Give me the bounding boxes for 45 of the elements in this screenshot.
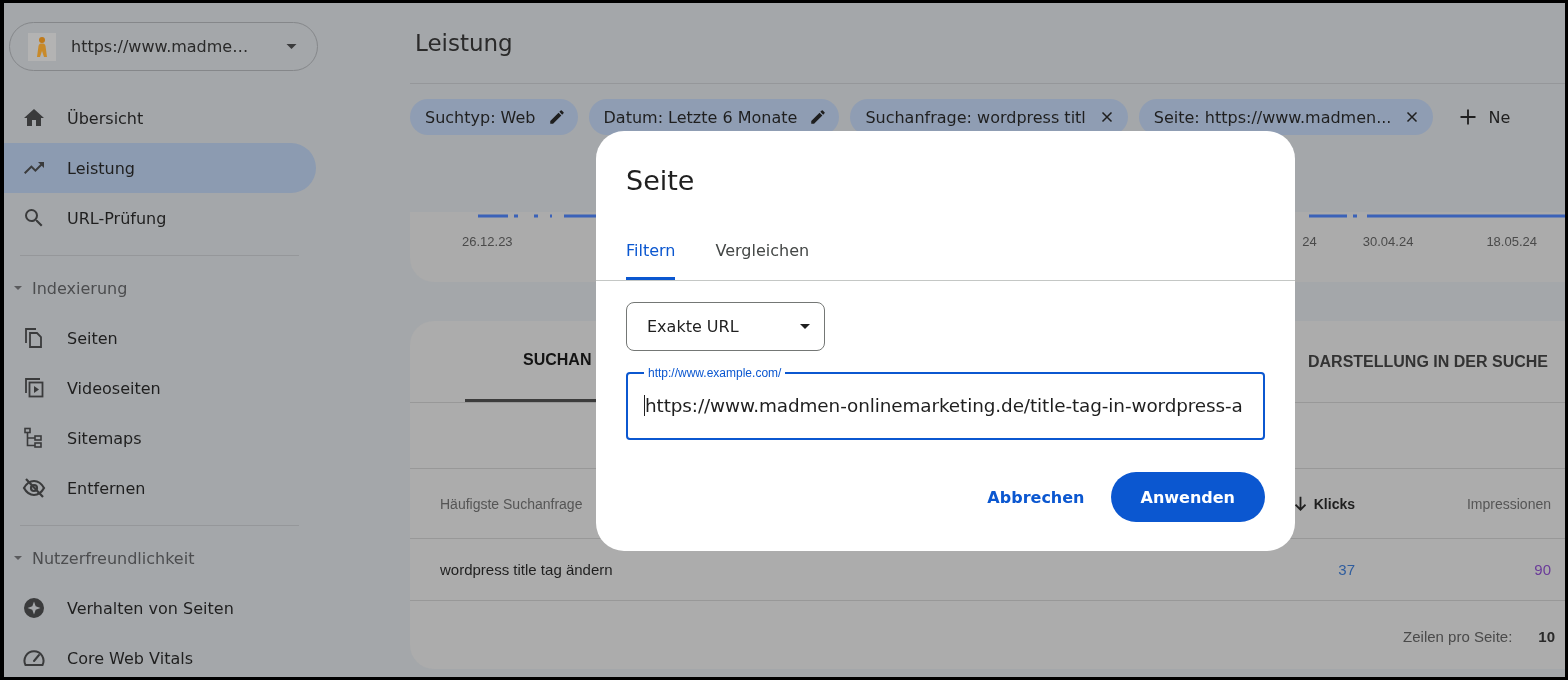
sidebar-item[interactable]: Sitemaps [4,413,316,463]
sidebar-item[interactable]: Seiten [4,313,316,363]
axis-label: 18.05.24 [1486,234,1537,249]
table-tab[interactable]: DARSTELLUNG IN DER SUCHE [1308,321,1565,402]
sidebar-item[interactable]: Leistung [4,143,316,193]
axis-label: 26.12.23 [462,234,513,249]
sidebar-item[interactable]: Entfernen [4,463,316,513]
dialog-tab[interactable]: Vergleichen [715,230,810,280]
table-cell-text: 37 [1337,561,1355,578]
dialog-tab[interactable]: Filtern [626,230,676,280]
sort-down-icon [1294,496,1306,511]
column-header[interactable]: Häufigste Suchanfrage [440,495,583,512]
table-cell-text: wordpress title tag ändern [439,561,614,578]
section-heading[interactable]: Indexierung [32,278,128,298]
axis-label: 24 [1302,234,1317,249]
apply-button[interactable]: Anwenden [1110,472,1265,522]
sidebar-item[interactable]: Verhalten von Seiten [4,583,316,633]
rows-per-page-select[interactable]: 10 [1538,627,1555,645]
sidebar-item[interactable]: Übersicht [4,93,316,143]
url-field[interactable]: http://www.example.com/ https://www.madmen-onlinemarketing.de/title-tag-in-wordpress-a [626,366,1265,440]
sidebar-item[interactable]: URL-Prüfung [4,193,316,243]
dropdown-caret-icon [800,324,810,329]
cancel-button[interactable]: Abbrechen [987,477,1085,517]
section-heading[interactable]: Nutzerfreundlichkeit [32,548,195,568]
eye-off-icon [22,476,46,500]
new-filter-button[interactable]: Ne [1458,107,1511,127]
pencil-icon [809,108,828,126]
plus-icon [1458,107,1479,127]
dialog-title: Seite [625,164,696,198]
column-header[interactable]: Klicks [1294,495,1355,512]
rows-per-page-label: Zeilen pro Seite: [1403,627,1513,645]
filter-chip[interactable]: Suchtyp: Web [410,99,578,135]
dropdown-caret-icon [286,44,297,49]
page-title: Leistung [415,30,513,56]
match-type-dropdown[interactable]: Exakte URL [626,302,825,351]
pencil-icon [547,108,566,126]
column-header[interactable]: Impressionen [1466,495,1551,512]
table-cell-text: 90 [1533,561,1551,578]
sidebar-item[interactable]: Videoseiten [4,363,316,413]
video-pages-icon [22,376,46,400]
figure-icon [34,35,50,58]
sidebar-item[interactable]: Core Web Vitals [4,633,316,677]
filter-chip[interactable]: Seite: https://www.madmen... [1138,99,1434,135]
filter-chip[interactable]: Datum: Letzte 6 Monate [588,99,840,135]
axis-label: 30.04.24 [1362,234,1414,249]
